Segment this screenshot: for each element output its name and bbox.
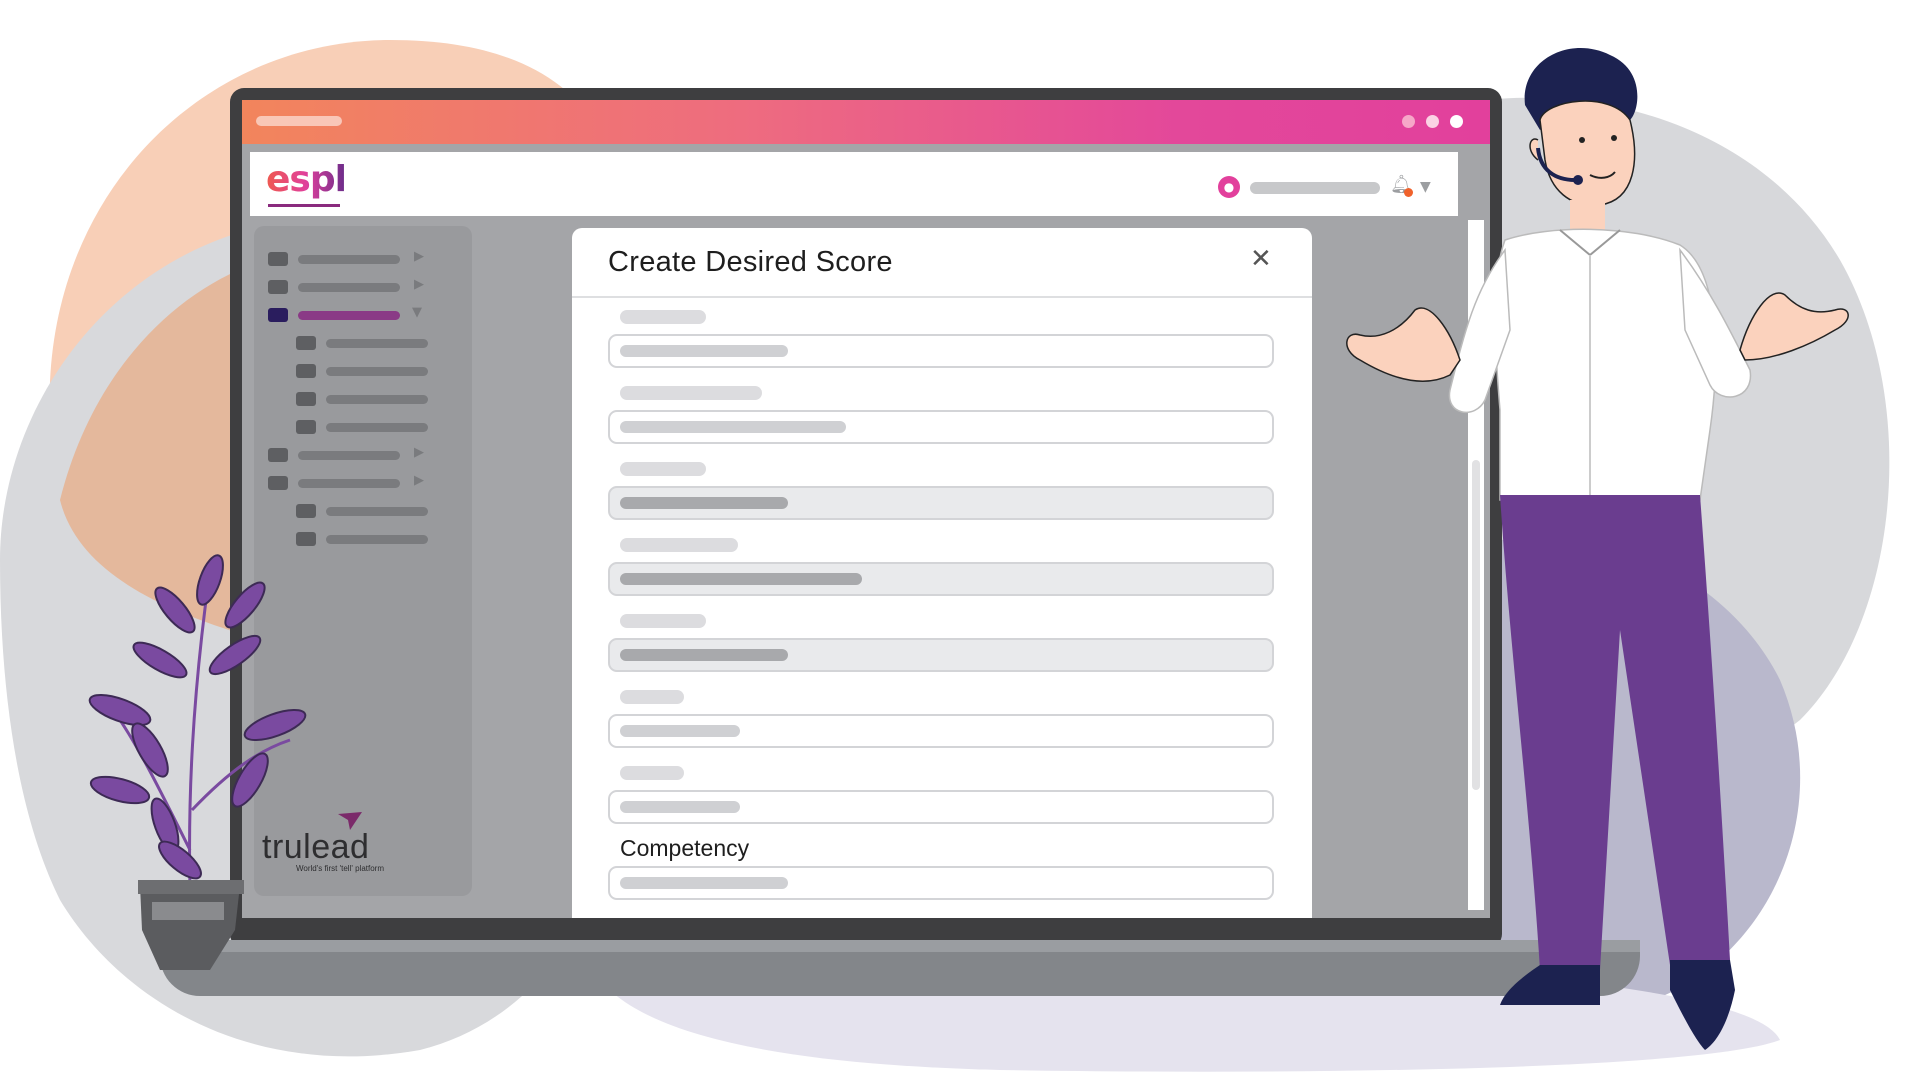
form-input[interactable]: [608, 790, 1274, 824]
chevron-right-icon: ▶: [414, 277, 424, 292]
select-value: [620, 573, 862, 585]
sidebar-subitem-label: [326, 507, 428, 516]
sidebar-subitem-label: [326, 423, 428, 432]
select-value: [620, 649, 788, 661]
sidebar-item-label: [298, 311, 400, 320]
sidebar-subitem-label: [326, 395, 428, 404]
trulead-tagline: World's first 'tell' platform: [296, 864, 385, 873]
form-input[interactable]: [608, 410, 1274, 444]
form-select[interactable]: [608, 562, 1274, 596]
input-placeholder: [620, 877, 788, 889]
form-input[interactable]: [608, 334, 1274, 368]
sidebar-subitem-icon: [296, 504, 316, 518]
sidebar-item-label: [298, 283, 400, 292]
sidebar-subitem-label: [326, 367, 428, 376]
sidebar-subitem[interactable]: [296, 532, 456, 548]
form-select[interactable]: [608, 486, 1274, 520]
competency-input[interactable]: [608, 866, 1274, 900]
input-placeholder: [620, 421, 846, 433]
sidebar-item[interactable]: ▶: [268, 277, 458, 296]
sidebar-item[interactable]: ▶: [268, 445, 458, 464]
sidebar-item-icon: [268, 448, 288, 462]
field-label: [620, 538, 738, 552]
sidebar-subitem-label: [326, 535, 428, 544]
user-icon[interactable]: ●: [1218, 176, 1240, 198]
sidebar-item-icon: [268, 280, 288, 294]
create-desired-score-modal: Create Desired Score ✕ Competency: [572, 228, 1312, 918]
field-label: [620, 614, 706, 628]
sidebar-subitem[interactable]: [296, 504, 456, 520]
sidebar-item-label: [298, 451, 400, 460]
sidebar-subitem[interactable]: [296, 392, 456, 408]
logo-underline: [268, 204, 340, 207]
sidebar-subitem-icon: [296, 364, 316, 378]
sidebar-subitem[interactable]: [296, 420, 456, 436]
chevron-right-icon: ▶: [414, 473, 424, 488]
window-tab-pill: [256, 116, 342, 126]
field-label: [620, 690, 684, 704]
sidebar-item-active[interactable]: ▼: [268, 305, 458, 324]
sidebar-item-icon: [268, 308, 288, 322]
form-input[interactable]: [608, 714, 1274, 748]
sidebar-item-icon: [268, 476, 288, 490]
trulead-arrow-icon: [338, 812, 362, 830]
modal-title: Create Desired Score: [608, 246, 893, 278]
app-header: espl ● 🔔︎ ▼: [250, 152, 1458, 216]
input-placeholder: [620, 801, 740, 813]
sidebar-item[interactable]: ▶: [268, 249, 458, 268]
sidebar-item[interactable]: ▶: [268, 473, 458, 492]
sidebar-subitem-icon: [296, 420, 316, 434]
sidebar-subitem-label: [326, 339, 428, 348]
support-agent-illustration: [1346, 48, 1849, 1050]
chevron-right-icon: ▶: [414, 249, 424, 264]
app-logo[interactable]: espl: [266, 160, 347, 200]
plant-illustration: [88, 554, 307, 970]
competency-label: Competency: [620, 835, 750, 861]
form-select[interactable]: [608, 638, 1274, 672]
close-icon[interactable]: ✕: [1250, 244, 1272, 274]
select-value: [620, 497, 788, 509]
field-label: [620, 462, 706, 476]
sidebar-subitem[interactable]: [296, 364, 456, 380]
sidebar-subitem-icon: [296, 392, 316, 406]
sidebar-item-label: [298, 255, 400, 264]
field-label: [620, 386, 762, 400]
modal-divider: [572, 296, 1312, 298]
field-label: [620, 310, 706, 324]
trulead-logo: trulead: [262, 828, 370, 866]
input-placeholder: [620, 345, 788, 357]
chevron-down-icon: ▼: [412, 305, 422, 320]
sidebar-item-label: [298, 479, 400, 488]
field-label: [620, 766, 684, 780]
sidebar-subitem-icon: [296, 336, 316, 350]
sidebar-item-icon: [268, 252, 288, 266]
input-placeholder: [620, 725, 740, 737]
sidebar-subitem[interactable]: [296, 336, 456, 352]
sidebar-subitem-icon: [296, 532, 316, 546]
chevron-right-icon: ▶: [414, 445, 424, 460]
